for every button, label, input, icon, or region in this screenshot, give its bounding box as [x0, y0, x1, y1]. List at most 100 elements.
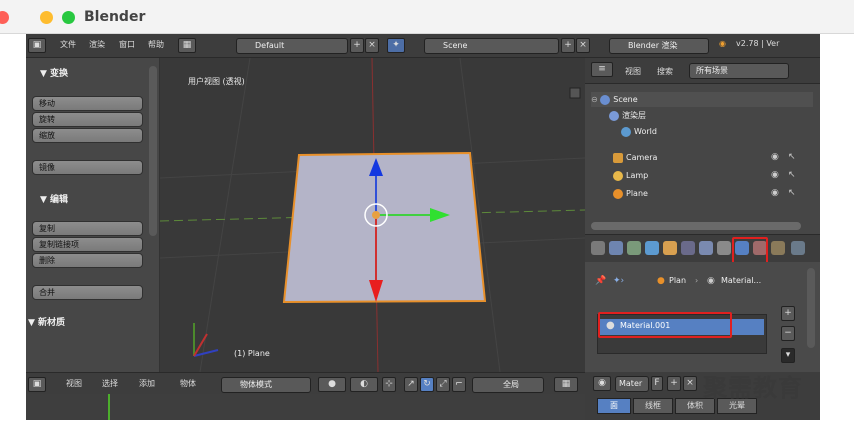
constraints-tab-icon[interactable]	[681, 241, 695, 255]
scene-tab-icon[interactable]	[627, 241, 641, 255]
visibility-eye-icon[interactable]: ◉	[771, 152, 779, 162]
menu-object[interactable]: 物体	[180, 378, 196, 389]
timeline-area[interactable]	[26, 394, 585, 420]
duplicate-button[interactable]: 复制	[32, 221, 143, 236]
fake-user-toggle[interactable]: F	[651, 376, 663, 391]
screen-layout-icon[interactable]: ▦	[178, 38, 196, 53]
material-slot-highlight	[598, 312, 732, 338]
add-scene-icon[interactable]: +	[561, 38, 575, 53]
join-button[interactable]: 合并	[32, 285, 143, 300]
material-browse-icon[interactable]: ◉	[593, 376, 611, 391]
pivot-point-icon[interactable]: ◐	[350, 377, 378, 392]
viewport-editor-type-icon[interactable]: ▣	[28, 377, 46, 392]
render-layers-tab-icon[interactable]	[609, 241, 623, 255]
scene-selector[interactable]: Scene	[424, 38, 559, 54]
3d-viewport[interactable]	[160, 58, 585, 372]
outliner-item-world[interactable]: World	[621, 124, 771, 139]
menu-file[interactable]: 文件	[60, 39, 76, 50]
material-specials-icon[interactable]: ▾	[781, 348, 795, 363]
menu-render[interactable]: 渲染	[89, 39, 105, 50]
render-tab-icon[interactable]	[591, 241, 605, 255]
blender-logo-icon: ◉	[719, 39, 726, 48]
maximize-window-icon[interactable]	[62, 11, 75, 24]
manipulator-space-icon[interactable]: ⌐	[452, 377, 466, 392]
outliner-item-scene[interactable]: ⊖ Scene	[591, 92, 813, 107]
add-layout-icon[interactable]: +	[350, 38, 364, 53]
scale-button[interactable]: 缩放	[32, 128, 143, 143]
viewport-view-label: 用户视图 (透视)	[188, 77, 245, 86]
transform-panel-header[interactable]: ▼ 变换	[40, 66, 68, 79]
particles-tab-icon[interactable]	[771, 241, 785, 255]
outliner-menu-search[interactable]: 搜索	[657, 66, 673, 77]
remove-material-slot-icon[interactable]: −	[781, 326, 795, 341]
remove-scene-icon[interactable]: ×	[576, 38, 590, 53]
translate-manipulator-icon[interactable]: ↗	[404, 377, 418, 392]
menu-add[interactable]: 添加	[139, 378, 155, 389]
outliner-item-plane[interactable]: Plane	[613, 186, 753, 201]
outliner-editor-type-icon[interactable]: ≡	[591, 62, 613, 77]
transform-orientation-selector[interactable]: 全局	[472, 377, 544, 393]
unlink-material-icon[interactable]: ×	[683, 376, 697, 391]
outliner-header: ≡ 视图 搜索 所有场景	[585, 58, 820, 84]
properties-scrollbar[interactable]	[807, 268, 815, 348]
manipulator-toggle-icon[interactable]: ⊹	[382, 377, 396, 392]
menu-view[interactable]: 视图	[66, 378, 82, 389]
outliner-display-filter[interactable]: 所有场景	[689, 63, 789, 79]
camera-icon	[613, 152, 623, 163]
render-engine-selector[interactable]: Blender 渲染	[609, 38, 709, 54]
world-tab-icon[interactable]	[645, 241, 659, 255]
duplicate-linked-button[interactable]: 复制链接项	[32, 237, 143, 252]
physics-tab-icon[interactable]	[791, 241, 805, 255]
surface-tab[interactable]: 面	[597, 398, 631, 414]
pin-icon[interactable]: 📌	[595, 276, 606, 286]
menu-window[interactable]: 窗口	[119, 39, 135, 50]
selectable-cursor-icon[interactable]: ↖	[788, 170, 796, 180]
data-tab-icon[interactable]	[717, 241, 731, 255]
scene-breadcrumb-icon[interactable]: ✦›	[613, 276, 624, 286]
outliner-horizontal-scrollbar[interactable]	[591, 222, 801, 230]
menu-select[interactable]: 选择	[102, 378, 118, 389]
edit-panel-header[interactable]: ▼ 编辑	[40, 192, 68, 205]
delete-button[interactable]: 删除	[32, 253, 143, 268]
selectable-cursor-icon[interactable]: ↖	[788, 188, 796, 198]
tool-shelf-scrollbar[interactable]	[149, 66, 157, 236]
current-frame-marker[interactable]	[108, 394, 110, 420]
outliner-item-render-layers[interactable]: 渲染层	[609, 108, 769, 123]
wire-tab[interactable]: 线框	[633, 398, 673, 414]
material-breadcrumb-icon: ◉	[707, 276, 715, 286]
translate-button[interactable]: 移动	[32, 96, 143, 111]
object-tab-icon[interactable]	[663, 241, 677, 255]
visibility-eye-icon[interactable]: ◉	[771, 170, 779, 180]
mesh-object-icon	[613, 188, 623, 199]
visibility-eye-icon[interactable]: ◉	[771, 188, 779, 198]
outliner-item-camera[interactable]: Camera	[613, 150, 753, 165]
add-material-slot-icon[interactable]: +	[781, 306, 795, 321]
menu-help[interactable]: 帮助	[148, 39, 164, 50]
object-breadcrumb-icon: ●	[657, 276, 665, 286]
close-window-icon[interactable]	[0, 11, 9, 24]
minimize-window-icon[interactable]	[40, 11, 53, 24]
rotate-button[interactable]: 旋转	[32, 112, 143, 127]
outliner-item-label: Camera	[626, 153, 658, 162]
selectable-cursor-icon[interactable]: ↖	[788, 152, 796, 162]
outliner-item-lamp[interactable]: Lamp	[613, 168, 753, 183]
material-name-field[interactable]: Mater	[615, 376, 649, 392]
breadcrumb-material[interactable]: Material...	[721, 276, 761, 285]
add-material-icon[interactable]: +	[667, 376, 681, 391]
outliner-menu-view[interactable]: 视图	[625, 66, 641, 77]
new-material-panel-header[interactable]: ▼ 新材质	[28, 315, 65, 328]
mirror-button[interactable]: 镜像	[32, 160, 143, 175]
interaction-mode-selector[interactable]: 物体模式	[221, 377, 311, 393]
modifiers-tab-icon[interactable]	[699, 241, 713, 255]
rotate-manipulator-icon[interactable]: ↻	[420, 377, 434, 392]
viewport-shading-icon[interactable]: ●	[318, 377, 346, 392]
scene-icon[interactable]: ✦	[387, 38, 405, 53]
tool-shelf: ▼ 变换 移动 旋转 缩放 镜像 ▼ 编辑 复制 复制链接项 删除 合并 ▼ 新…	[26, 58, 160, 372]
remove-layout-icon[interactable]: ×	[365, 38, 379, 53]
editor-type-icon[interactable]: ▣	[28, 38, 46, 53]
layout-selector[interactable]: Default	[236, 38, 348, 54]
scale-manipulator-icon[interactable]: ⤢	[436, 377, 450, 392]
window-titlebar: Blender	[0, 0, 854, 34]
breadcrumb-object[interactable]: Plan	[669, 276, 686, 285]
layers-grid-icon[interactable]: ▦	[554, 377, 578, 392]
